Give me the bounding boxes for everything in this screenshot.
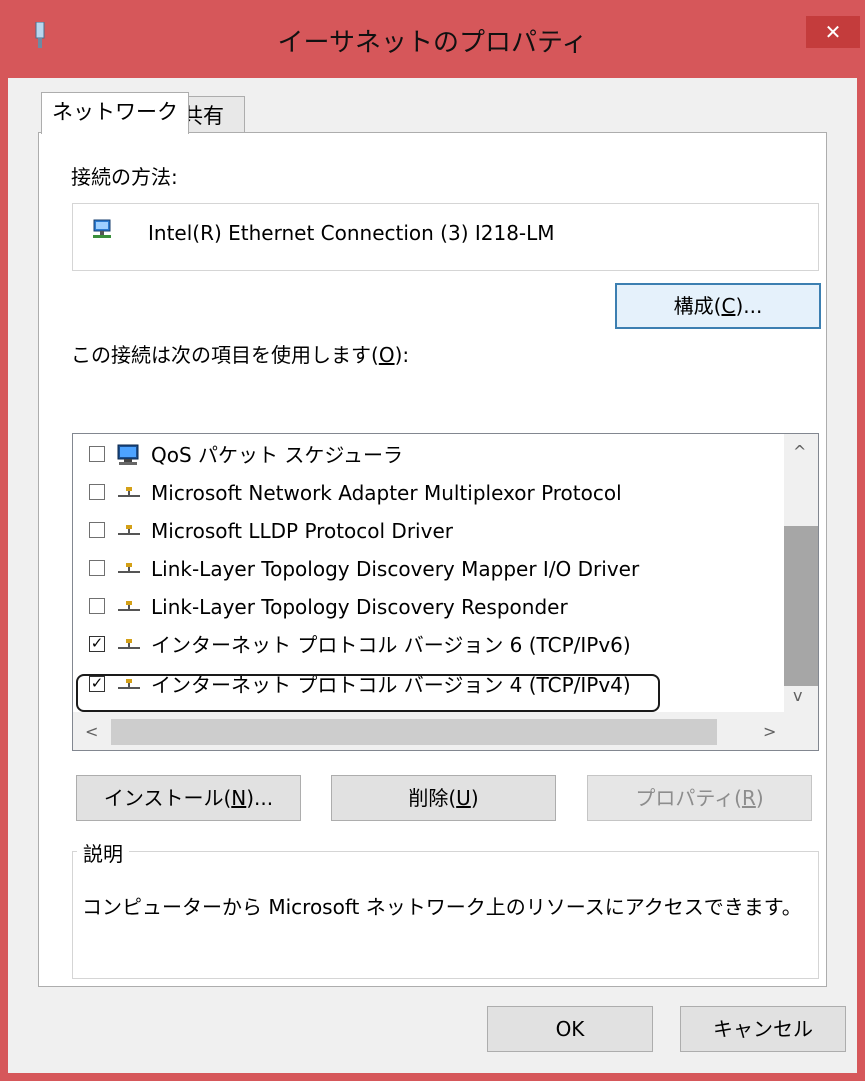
close-button[interactable]: ✕ [806,16,860,48]
tab-network[interactable]: ネットワーク [41,92,189,134]
qos-scheduler-icon [117,444,139,465]
protocol-icon [118,563,140,573]
protocol-icon [118,601,140,611]
item-label: Microsoft LLDP Protocol Driver [151,519,453,543]
item-label: Microsoft Network Adapter Multiplexor Pr… [151,481,622,505]
item-checkbox[interactable] [89,484,105,500]
horizontal-scroll-thumb[interactable] [111,719,717,745]
description-title: 説明 [77,838,129,867]
properties-window: イーサネットのプロパティ ✕ ネットワーク 共有 接続の方法: Intel(R)… [0,0,865,1081]
protocol-icon [118,487,140,497]
cancel-button[interactable]: キャンセル [680,1006,846,1052]
list-item[interactable]: Link-Layer Topology Discovery Responder [73,588,773,626]
item-label: QoS パケット スケジューラ [151,443,403,467]
network-adapter-icon [93,219,111,238]
item-checkbox[interactable] [89,598,105,614]
item-checkbox[interactable] [89,446,105,462]
adapter-name: Intel(R) Ethernet Connection (3) I218-LM [148,221,555,245]
vertical-scroll-thumb[interactable] [784,526,818,686]
scroll-left-icon[interactable]: < [85,722,98,741]
list-item[interactable]: Link-Layer Topology Discovery Mapper I/O… [73,550,773,588]
protocol-icon [118,525,140,535]
items-listbox[interactable]: QoS パケット スケジューラ Microsoft Network Adapte… [72,433,819,751]
connect-using-label: 接続の方法: [71,165,178,189]
item-label: インターネット プロトコル バージョン 6 (TCP/IPv6) [151,633,631,657]
description-text: コンピューターから Microsoft ネットワーク上のリソースにアクセスできま… [82,895,802,919]
scroll-right-icon[interactable]: > [763,722,776,741]
properties-button[interactable]: プロパティ(R) [587,775,812,821]
item-label: Link-Layer Topology Discovery Mapper I/O… [151,557,640,581]
item-label: Link-Layer Topology Discovery Responder [151,595,568,619]
item-checkbox[interactable]: ✓ [89,636,105,652]
scroll-up-icon[interactable]: ^ [793,442,806,461]
list-item[interactable]: QoS パケット スケジューラ [73,436,773,474]
scroll-down-icon[interactable]: v [793,686,802,705]
list-item[interactable]: Microsoft Network Adapter Multiplexor Pr… [73,474,773,512]
list-item[interactable]: Microsoft LLDP Protocol Driver [73,512,773,550]
list-item[interactable]: ✓ インターネット プロトコル バージョン 6 (TCP/IPv6) [73,626,773,664]
protocol-icon [118,639,140,649]
title-bar[interactable]: イーサネットのプロパティ ✕ [0,0,865,78]
item-checkbox[interactable] [89,560,105,576]
network-tab-panel: 接続の方法: Intel(R) Ethernet Connection (3) … [38,132,827,987]
item-checkbox[interactable] [89,522,105,538]
install-button[interactable]: インストール(N)... [76,775,301,821]
highlight-outline [76,674,660,712]
adapter-box: Intel(R) Ethernet Connection (3) I218-LM [72,203,819,271]
dialog-client-area: ネットワーク 共有 接続の方法: Intel(R) Ethernet Conne… [8,78,857,1073]
items-section-label: この接続は次の項目を使用します(O): [71,343,410,367]
window-title: イーサネットのプロパティ [277,28,588,58]
ok-button[interactable]: OK [487,1006,653,1052]
uninstall-button[interactable]: 削除(U) [331,775,556,821]
configure-button[interactable]: 構成(C)... [615,283,821,329]
